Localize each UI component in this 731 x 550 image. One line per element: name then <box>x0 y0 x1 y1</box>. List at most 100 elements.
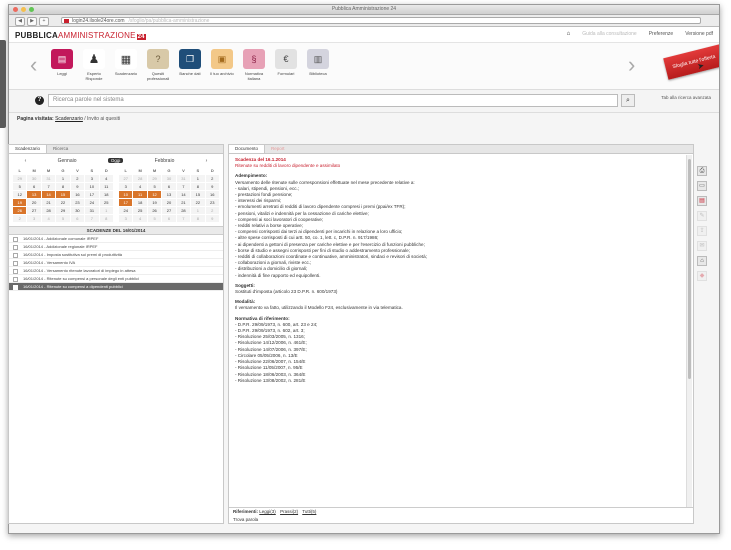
tab-report[interactable]: Report <box>265 145 291 153</box>
calendar-day[interactable]: 16 <box>205 191 219 198</box>
add-tab-icon[interactable]: + <box>39 17 49 26</box>
prev-month-label[interactable]: Gennaio <box>58 158 77 164</box>
calendar-day[interactable]: 28 <box>133 175 147 182</box>
toolbar-item-formulari[interactable]: € Formulari <box>273 49 299 83</box>
list-item[interactable]: 16/01/2014 - Versamento IVA <box>9 259 223 267</box>
calendar-day[interactable]: 27 <box>27 207 41 214</box>
tab-scadenzario[interactable]: Scadenzario <box>9 145 48 153</box>
calendar-day[interactable]: 3 <box>85 175 99 182</box>
next-month-label[interactable]: Febbraio <box>155 158 175 164</box>
calendar-day[interactable]: 15 <box>191 191 205 198</box>
list-item[interactable]: 16/01/2014 - Ritenute su compensi a pers… <box>9 275 223 283</box>
scrollbar-thumb[interactable] <box>688 159 691 379</box>
footer-link-leggi[interactable]: Leggi(3) <box>259 509 276 514</box>
calendar-day[interactable]: 27 <box>162 207 176 214</box>
calendar-day[interactable]: 24 <box>85 199 99 206</box>
calendar-day[interactable]: 5 <box>13 183 27 190</box>
footer-link-tutti[interactable]: Tutti(5) <box>302 509 316 514</box>
calendar-day[interactable]: 21 <box>176 199 191 206</box>
scroll-left-icon[interactable]: ‹ <box>30 54 37 76</box>
list-item[interactable]: 16/01/2014 - Addizionale regionale IRPEF <box>9 243 223 251</box>
share-icon[interactable]: ⇪ <box>697 226 707 236</box>
calendar-day[interactable]: 9 <box>205 183 219 190</box>
bookmark-icon[interactable]: ⌂ <box>697 256 707 266</box>
toolbar-item-banche-dati[interactable]: ❐ Banche dati <box>177 49 203 83</box>
calendar-day[interactable]: 31 <box>85 207 99 214</box>
calendar-day[interactable]: 4 <box>41 215 56 222</box>
calendar-day[interactable]: 29 <box>56 207 70 214</box>
calendar-day[interactable]: 12 <box>147 191 162 198</box>
url-field[interactable]: login24.ilsole24ore.com/sfoglio/pa/pubbl… <box>61 17 701 24</box>
calendar-day[interactable]: 16 <box>70 191 85 198</box>
calendar-day[interactable]: 21 <box>41 199 56 206</box>
tag-icon[interactable]: ◆ <box>697 271 707 281</box>
forward-icon[interactable]: ▶ <box>27 17 37 26</box>
calendar-day[interactable]: 7 <box>41 183 56 190</box>
toolbar-item-leggi[interactable]: ▤ Leggi <box>49 49 75 83</box>
tab-ricerca[interactable]: Ricerca <box>47 145 74 153</box>
calendar-day[interactable]: 28 <box>176 207 191 214</box>
calendar-day[interactable]: 5 <box>147 183 162 190</box>
document-scrollbar[interactable] <box>686 155 692 507</box>
calendar-day[interactable]: 28 <box>41 207 56 214</box>
calendar-day[interactable]: 25 <box>99 199 113 206</box>
toolbar-item-quesiti[interactable]: ? Quesiti professionali <box>145 49 171 83</box>
calendar-day[interactable]: 30 <box>162 175 176 182</box>
calendar-day[interactable]: 9 <box>70 183 85 190</box>
list-item[interactable]: 16/01/2014 - Addizionale comunale IRPEF <box>9 235 223 243</box>
site-logo[interactable]: PUBBLICAAMMINISTRAZIONE 24 <box>15 31 146 40</box>
search-input[interactable]: Ricerca parole nel sistema <box>48 94 618 107</box>
print-icon[interactable]: ⎙ <box>697 166 707 176</box>
calendar-day[interactable]: 6 <box>162 215 176 222</box>
calendar-day[interactable]: 2 <box>70 175 85 182</box>
search-icon[interactable]: ⌕ <box>621 94 635 107</box>
calendar-day[interactable]: 31 <box>41 175 56 182</box>
close-window-button[interactable] <box>13 7 18 12</box>
calendar-day[interactable]: 1 <box>191 207 205 214</box>
calendar-day[interactable]: 30 <box>27 175 41 182</box>
calendar-day[interactable]: 23 <box>70 199 85 206</box>
calendar-day[interactable]: 8 <box>99 215 113 222</box>
calendar-day[interactable]: 4 <box>99 175 113 182</box>
pdf-icon[interactable]: ▤ <box>697 196 707 206</box>
calendar-day[interactable]: 27 <box>119 175 133 182</box>
calendar-day[interactable]: 8 <box>191 215 205 222</box>
calendar-day[interactable]: 29 <box>147 175 162 182</box>
header-link-pdf[interactable]: Versione pdf <box>685 31 713 37</box>
calendar-day[interactable]: 4 <box>133 215 147 222</box>
calendar-day[interactable]: 26 <box>147 207 162 214</box>
calendar-day[interactable]: 5 <box>147 215 162 222</box>
calendar-day[interactable]: 7 <box>176 215 191 222</box>
help-icon[interactable]: ? <box>35 96 44 105</box>
calendar-day[interactable]: 14 <box>176 191 191 198</box>
offer-ribbon[interactable]: Sfoglia tutte l'offerta ➤ <box>663 44 719 80</box>
header-link-guide[interactable]: Guida alla consultazione <box>582 31 636 37</box>
minimize-window-button[interactable] <box>21 7 26 12</box>
header-link-preferences[interactable]: Preferenze <box>649 31 673 37</box>
calendar-day[interactable]: 3 <box>27 215 41 222</box>
prev-month-icon[interactable]: ‹ <box>25 158 27 164</box>
calendar-day[interactable]: 7 <box>176 183 191 190</box>
calendar-day[interactable]: 15 <box>56 191 70 198</box>
toolbar-item-scadenzario[interactable]: ▦ Scadenzario <box>113 49 139 83</box>
calendar-day[interactable]: 25 <box>133 207 147 214</box>
calendar-day[interactable]: 6 <box>70 215 85 222</box>
calendar-day[interactable]: 20 <box>162 199 176 206</box>
calendar-day[interactable]: 9 <box>205 215 219 222</box>
calendar-day[interactable]: 23 <box>205 199 219 206</box>
breadcrumb-current[interactable]: Scadenzario <box>55 116 83 122</box>
calendar-day[interactable]: 10 <box>119 191 133 198</box>
calendar-day[interactable]: 17 <box>119 199 133 206</box>
calendar-day[interactable]: 11 <box>99 183 113 190</box>
calendar-day[interactable]: 13 <box>27 191 41 198</box>
calendar-day[interactable]: 1 <box>99 207 113 214</box>
calendar-day[interactable]: 19 <box>13 199 27 206</box>
tab-documento[interactable]: Documento <box>229 145 266 153</box>
calendar-day[interactable]: 6 <box>27 183 41 190</box>
calendar-day[interactable]: 5 <box>56 215 70 222</box>
calendar-day[interactable]: 4 <box>133 183 147 190</box>
calendar-day[interactable]: 14 <box>41 191 56 198</box>
save-icon[interactable]: ▭ <box>697 181 707 191</box>
toolbar-item-esperto[interactable]: ♟ Esperto Risponde <box>81 49 107 83</box>
calendar-day[interactable]: 17 <box>85 191 99 198</box>
